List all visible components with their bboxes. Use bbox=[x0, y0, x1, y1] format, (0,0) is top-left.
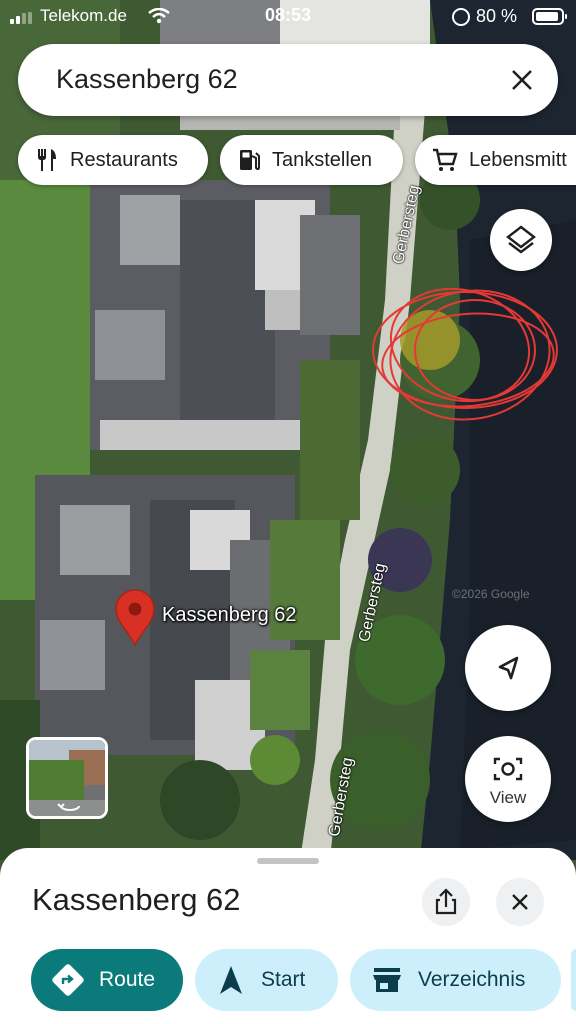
camera-lens-icon bbox=[493, 757, 523, 781]
chip-label: Restaurants bbox=[70, 148, 178, 171]
more-actions-button[interactable] bbox=[571, 949, 576, 1011]
street-view-thumbnail[interactable] bbox=[26, 737, 108, 819]
layers-icon bbox=[506, 225, 536, 254]
pin-label: Kassenberg 62 bbox=[162, 604, 297, 626]
battery-icon bbox=[532, 8, 567, 25]
place-bottom-sheet[interactable]: Kassenberg 62 Route Start Verzeichnis bbox=[0, 848, 576, 1024]
share-icon bbox=[435, 888, 457, 915]
sheet-drag-handle[interactable] bbox=[257, 858, 319, 864]
search-query[interactable]: Kassenberg 62 bbox=[56, 64, 238, 95]
chip-restaurants[interactable]: Restaurants bbox=[18, 135, 208, 185]
close-sheet-button[interactable] bbox=[496, 878, 544, 926]
navigation-arrow-icon bbox=[498, 656, 519, 680]
chip-tankstellen[interactable]: Tankstellen bbox=[220, 135, 403, 185]
street-view-image bbox=[29, 740, 105, 816]
status-bar: Telekom.de 08:53 80 % bbox=[0, 0, 576, 34]
view-button[interactable]: View bbox=[465, 736, 551, 822]
place-title: Kassenberg 62 bbox=[32, 882, 241, 917]
chip-lebensmittel[interactable]: Lebensmitt bbox=[415, 135, 576, 185]
fork-knife-icon bbox=[38, 149, 56, 171]
clear-search-icon[interactable] bbox=[508, 66, 536, 94]
map-watermark: ©2026 Google bbox=[452, 587, 530, 601]
search-bar[interactable]: Kassenberg 62 bbox=[18, 44, 558, 116]
chip-label: Tankstellen bbox=[272, 148, 373, 171]
directory-button[interactable]: Verzeichnis bbox=[350, 949, 561, 1011]
start-label: Start bbox=[261, 968, 306, 991]
gas-station-icon bbox=[240, 150, 260, 171]
battery-percentage: 80 % bbox=[476, 6, 518, 26]
close-icon bbox=[512, 894, 528, 910]
storefront-icon bbox=[373, 968, 401, 992]
my-location-button[interactable] bbox=[465, 625, 551, 711]
chip-label: Lebensmitt bbox=[469, 148, 567, 171]
shopping-cart-icon bbox=[433, 148, 458, 171]
route-button[interactable]: Route bbox=[31, 949, 183, 1011]
route-label: Route bbox=[99, 968, 156, 991]
directions-icon bbox=[52, 964, 84, 996]
navigation-arrow-icon bbox=[220, 966, 242, 994]
directory-label: Verzeichnis bbox=[418, 968, 526, 991]
location-pin-icon[interactable] bbox=[114, 588, 156, 646]
orientation-lock-icon bbox=[452, 8, 470, 26]
start-button[interactable]: Start bbox=[195, 949, 338, 1011]
view-label: View bbox=[489, 788, 527, 807]
layers-button[interactable] bbox=[490, 209, 552, 271]
share-button[interactable] bbox=[422, 878, 470, 926]
